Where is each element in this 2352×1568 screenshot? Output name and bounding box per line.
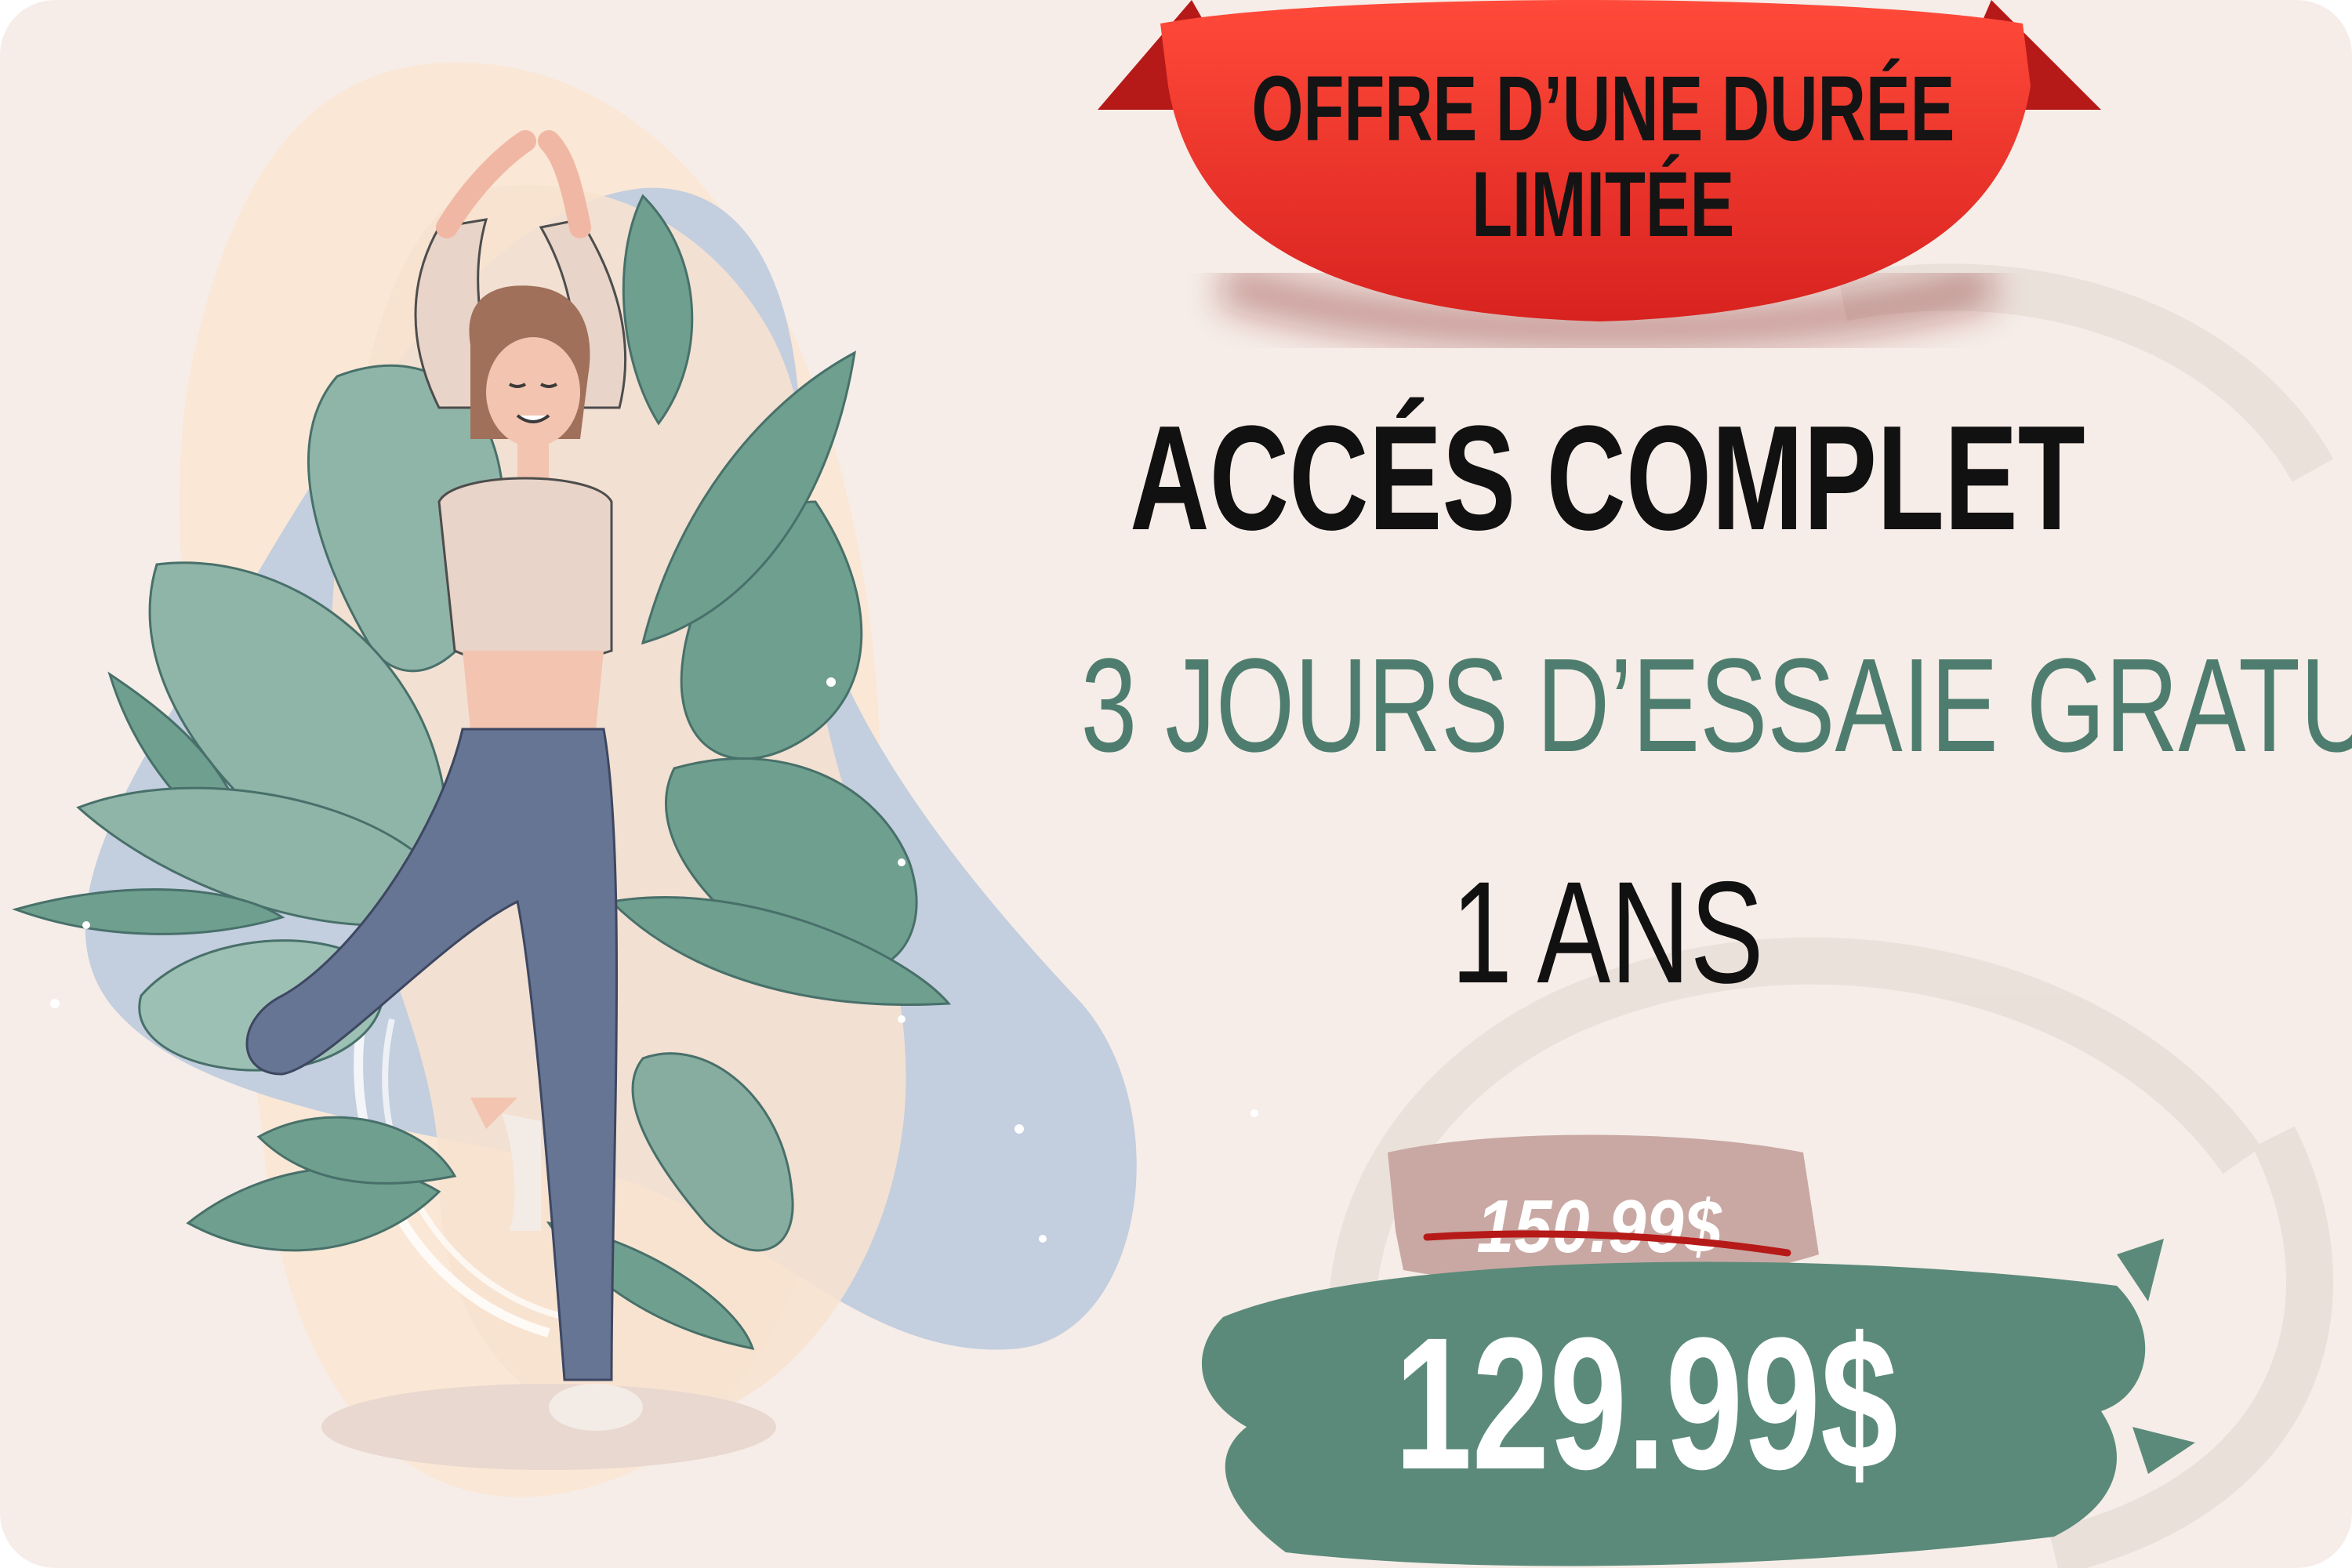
trial-label: 3 JOURS D’ESSAIE GRATUIT <box>1080 631 2352 780</box>
ribbon-line-2: LIMITÉE <box>1472 153 1735 256</box>
ribbon-line-1: OFFRE D’UNE DURÉE <box>1251 57 1955 161</box>
offer-card: OFFRE D’UNE DURÉE LIMITÉE ACCÉS COMPLET … <box>0 0 2352 1568</box>
headline-text: ACCÉS COMPLET <box>1129 395 2085 561</box>
price-strikethrough <box>1423 1230 1791 1257</box>
trial-text: 3 JOURS D’ESSAIE GRATUIT <box>862 627 2352 784</box>
duration-text: 1 ANS <box>862 855 2352 1011</box>
new-price-value: 129.99$ <box>1394 1298 1898 1508</box>
ribbon-label: OFFRE D’UNE DURÉE LIMITÉE <box>1160 31 2046 282</box>
duration-label: 1 ANS <box>1450 852 1764 1014</box>
new-price: 129.99$ <box>1254 1301 2038 1505</box>
headline: ACCÉS COMPLET <box>862 400 2352 557</box>
